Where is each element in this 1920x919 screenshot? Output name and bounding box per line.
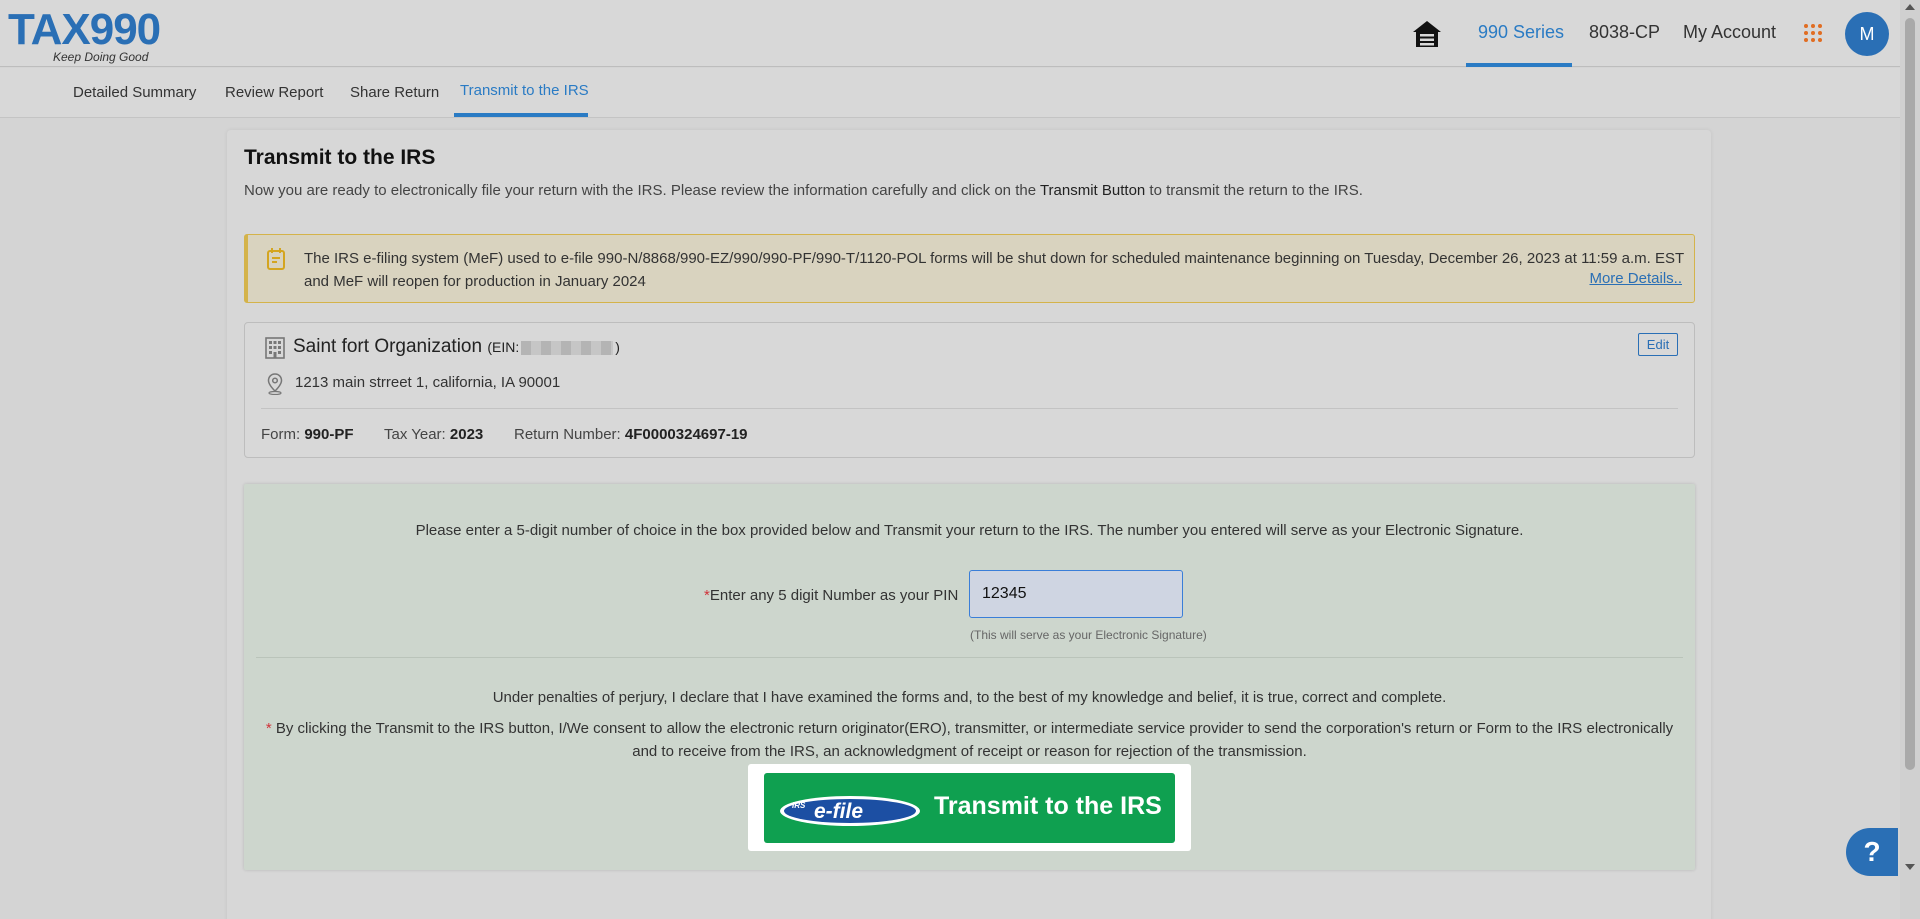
tax-year-label: Tax Year:	[384, 426, 446, 443]
tax990-logo[interactable]: TAX990 Keep Doing Good	[8, 5, 161, 65]
transmit-button-label: Transmit to the IRS	[934, 792, 1162, 820]
building-icon	[265, 337, 285, 359]
notice-text: The IRS e-filing system (MeF) used to e-…	[304, 250, 1684, 290]
nav-990-series[interactable]: 990 Series	[1478, 22, 1564, 43]
page-title: Transmit to the IRS	[244, 146, 436, 169]
sub-navigation: Detailed Summary Review Report Share Ret…	[0, 68, 1900, 118]
scroll-up-arrow-icon[interactable]	[1905, 4, 1915, 10]
page-description-suffix: to transmit the return to the IRS.	[1145, 182, 1363, 199]
return-number-label: Return Number:	[514, 426, 621, 443]
form-type-value: 990-PF	[304, 426, 354, 443]
irs-efile-logo-icon: IRS e-file	[780, 796, 920, 826]
signature-divider	[256, 657, 1683, 658]
scroll-thumb[interactable]	[1905, 18, 1915, 770]
pin-label: *Enter any 5 digit Number as your PIN	[704, 587, 958, 604]
form-type: Form: 990-PF	[261, 426, 354, 443]
help-button[interactable]: ?	[1846, 828, 1898, 876]
tab-transmit-to-irs[interactable]: Transmit to the IRS	[460, 82, 589, 99]
apps-grid-icon[interactable]	[1804, 24, 1822, 42]
efile-logo-small-text: IRS	[792, 801, 806, 810]
location-pin-icon	[267, 373, 283, 395]
consent-text: By clicking the Transmit to the IRS butt…	[275, 720, 1674, 760]
transmit-to-irs-button[interactable]: IRS e-file Transmit to the IRS	[764, 773, 1175, 843]
notice-calendar-icon	[267, 248, 285, 270]
tab-share-return[interactable]: Share Return	[350, 84, 439, 101]
scroll-down-arrow-icon[interactable]	[1905, 864, 1915, 870]
user-avatar[interactable]: M	[1845, 12, 1889, 56]
pin-input[interactable]	[969, 570, 1183, 618]
logo-tagline: Keep Doing Good	[53, 50, 149, 64]
organization-divider	[261, 408, 1678, 409]
ein-prefix: (EIN:	[487, 339, 520, 355]
top-header: TAX990 Keep Doing Good 990 Series 8038-C…	[0, 0, 1900, 67]
perjury-declaration: Under penalties of perjury, I declare th…	[492, 689, 1447, 706]
ein-suffix: )	[615, 339, 620, 355]
pin-hint: (This will serve as your Electronic Sign…	[970, 628, 1207, 642]
nav-my-account[interactable]: My Account	[1683, 22, 1776, 43]
pin-instruction: Please enter a 5-digit number of choice …	[415, 522, 1524, 539]
nav-active-indicator	[1466, 63, 1572, 67]
page-scrollbar[interactable]	[1900, 0, 1920, 919]
organization-panel: Saint fort Organization (EIN:) 1213 main…	[244, 322, 1695, 458]
home-icon[interactable]	[1411, 18, 1443, 50]
tab-review-report[interactable]: Review Report	[225, 84, 323, 101]
organization-name-text: Saint fort Organization	[293, 336, 483, 357]
tab-active-indicator	[454, 113, 588, 117]
tax-year-value: 2023	[449, 426, 484, 443]
pin-label-text: Enter any 5 digit Number as your PIN	[709, 587, 959, 604]
tab-detailed-summary[interactable]: Detailed Summary	[73, 84, 196, 101]
tax-year: Tax Year: 2023	[384, 426, 483, 443]
nav-8038-cp[interactable]: 8038-CP	[1589, 22, 1660, 43]
more-details-link[interactable]: More Details..	[1589, 270, 1682, 287]
logo-wordmark: TAX990	[8, 5, 161, 54]
page-description-prefix: Now you are ready to electronically file…	[244, 182, 1040, 199]
page-description: Now you are ready to electronically file…	[244, 182, 1363, 199]
efile-logo-text: e-file	[814, 800, 863, 823]
ein-redacted	[521, 341, 614, 356]
return-number-value: 4F0000324697-19	[624, 426, 748, 443]
consent-statement: * By clicking the Transmit to the IRS bu…	[262, 717, 1677, 763]
form-type-label: Form:	[261, 426, 301, 443]
return-number: Return Number: 4F0000324697-19	[514, 426, 748, 443]
maintenance-notice: The IRS e-filing system (MeF) used to e-…	[244, 234, 1695, 303]
edit-organization-button[interactable]: Edit	[1638, 333, 1678, 356]
ein-field: (EIN:)	[487, 339, 620, 356]
page-description-bold: Transmit Button	[1039, 182, 1146, 199]
consent-required-mark: *	[265, 720, 272, 737]
organization-address: 1213 main strreet 1, california, IA 9000…	[295, 374, 561, 391]
organization-name: Saint fort Organization (EIN:)	[293, 336, 620, 358]
